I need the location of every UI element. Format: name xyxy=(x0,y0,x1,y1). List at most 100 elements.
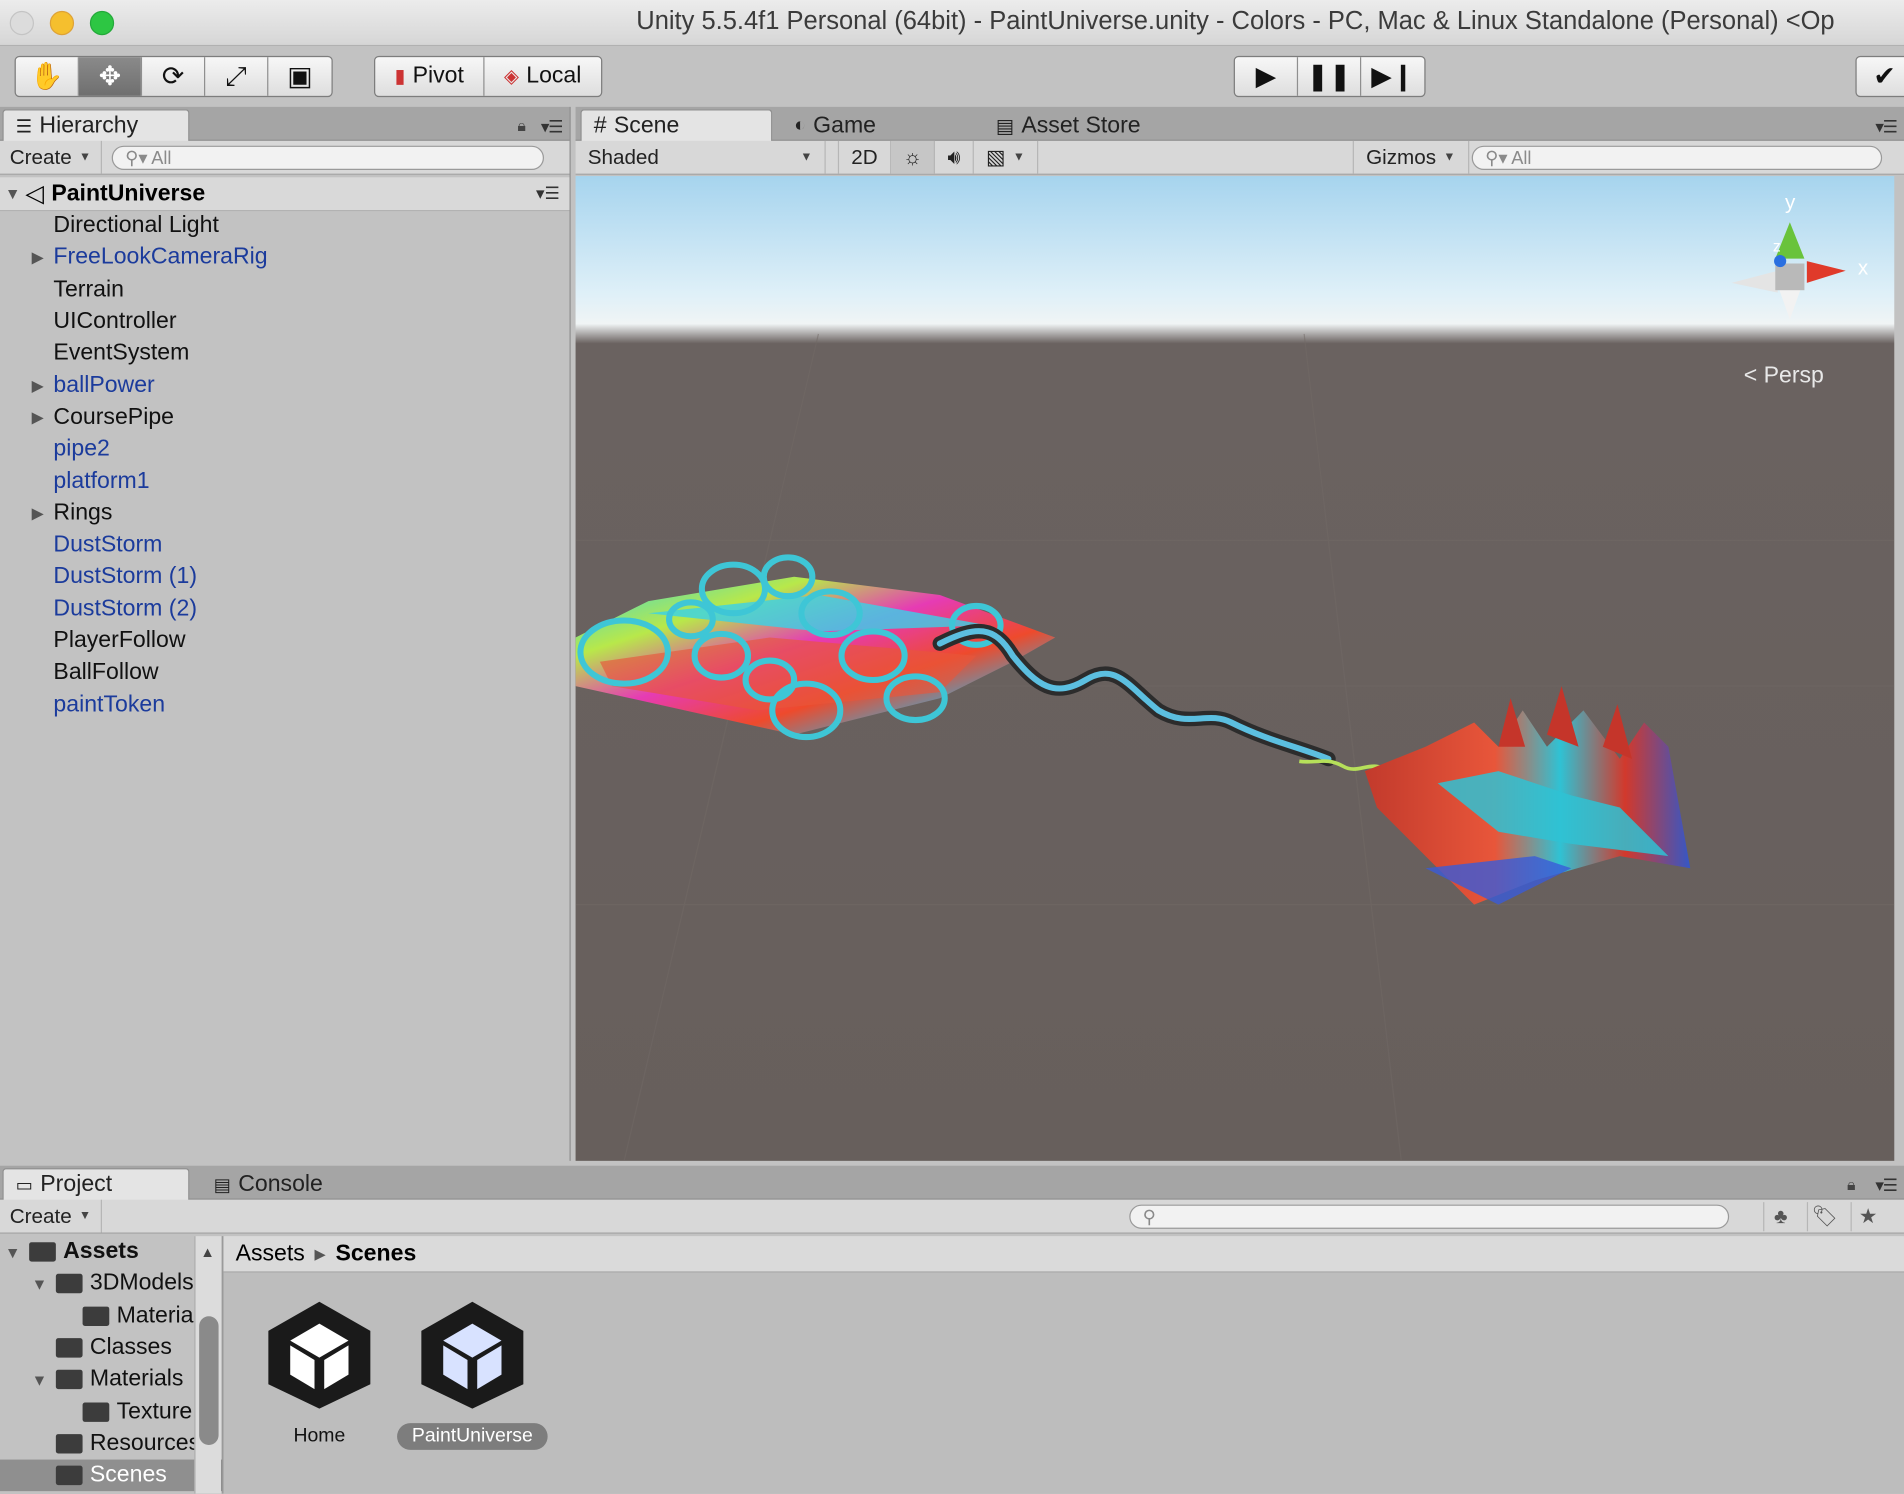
project-tree-item[interactable]: Resources xyxy=(0,1428,222,1460)
hierarchy-item-label: pipe2 xyxy=(53,436,110,462)
tab-game[interactable]: ◐ Game xyxy=(782,109,888,142)
scroll-up-icon[interactable]: ▲ xyxy=(200,1243,214,1260)
step-button[interactable]: ▶❙ xyxy=(1361,57,1424,96)
local-label: Local xyxy=(526,63,582,89)
scene-menu-icon[interactable]: ▾☰ xyxy=(536,183,560,204)
pivot-icon: ▮ xyxy=(394,66,406,88)
create-dropdown[interactable]: Create ▼ xyxy=(0,140,102,174)
hierarchy-item[interactable]: EventSystem xyxy=(0,338,569,370)
breadcrumb: Assets ▶ Scenes xyxy=(223,1236,1904,1273)
asset-home[interactable]: Home xyxy=(240,1297,398,1450)
hierarchy-item[interactable]: ▶ FreeLookCameraRig xyxy=(0,242,569,274)
tab-project[interactable]: ▭ Project xyxy=(2,1168,190,1201)
sun-icon: ☼ xyxy=(903,145,923,169)
unity-logo-icon: ◁ xyxy=(25,180,45,208)
tab-console[interactable]: ▤ Console xyxy=(202,1168,335,1201)
breadcrumb-scenes[interactable]: Scenes xyxy=(335,1240,416,1267)
expand-triangle-icon[interactable]: ▶ xyxy=(32,376,44,395)
hierarchy-item[interactable]: Terrain xyxy=(0,274,569,306)
project-tree-item[interactable]: Texture xyxy=(0,1396,222,1428)
scene-viewport[interactable]: y x z < Persp xyxy=(575,176,1895,1161)
pause-button[interactable]: ❚❚ xyxy=(1298,57,1362,96)
project-tree-item[interactable]: ▼ 3DModels xyxy=(0,1268,222,1300)
hierarchy-item[interactable]: DustStorm (1) xyxy=(0,561,569,593)
local-toggle[interactable]: ◈ Local xyxy=(485,57,601,96)
expand-triangle-icon[interactable]: ▼ xyxy=(5,1243,21,1261)
hierarchy-item[interactable]: DustStorm xyxy=(0,529,569,561)
breadcrumb-assets[interactable]: Assets xyxy=(236,1240,305,1267)
move-tool-button[interactable]: ✥ xyxy=(78,57,143,96)
gizmos-dropdown[interactable]: Gizmos ▼ xyxy=(1352,140,1469,174)
expand-triangle-icon[interactable]: ▶ xyxy=(32,504,44,523)
asset-paintuniverse[interactable]: PaintUniverse xyxy=(393,1297,551,1450)
effects-toggle[interactable]: ▧ ▼ xyxy=(974,140,1039,174)
hierarchy-item[interactable]: DustStorm (2) xyxy=(0,593,569,625)
scene-toolbar: Shaded ▼ 2D ☼ 🔊︎ ▧ ▼ Gizmos ▼ ⚲▾ All xyxy=(575,140,1904,175)
panel-menu-icon[interactable]: ▾☰ xyxy=(1875,117,1898,138)
hierarchy-search-input[interactable]: ⚲▾ All xyxy=(111,145,544,170)
pivot-toggle[interactable]: ▮ Pivot xyxy=(375,57,485,96)
hierarchy-item[interactable]: BallFollow xyxy=(0,657,569,689)
scroll-thumb[interactable] xyxy=(199,1316,219,1445)
folder-icon xyxy=(82,1402,110,1422)
hierarchy-item[interactable]: pipe2 xyxy=(0,434,569,466)
tab-hierarchy[interactable]: ☰ Hierarchy xyxy=(2,109,190,143)
project-tree-item[interactable]: Materia xyxy=(0,1300,222,1332)
project-tree-item[interactable]: Classes xyxy=(0,1332,222,1364)
hierarchy-item-label: DustStorm xyxy=(53,531,163,558)
panel-menu-icon[interactable]: ▾☰ xyxy=(1875,1175,1898,1196)
tab-label: Game xyxy=(813,112,877,138)
project-tree-item[interactable]: Scenes xyxy=(0,1459,223,1492)
axis-z-label: z xyxy=(1772,236,1781,255)
hierarchy-item[interactable]: ▶ ballPower xyxy=(0,370,569,402)
filter-by-type-icon[interactable]: ♣ xyxy=(1763,1202,1797,1232)
shading-mode-dropdown[interactable]: Shaded ▼ xyxy=(576,140,826,174)
minimize-window-button[interactable] xyxy=(49,10,75,36)
hand-icon: ✋ xyxy=(30,60,64,92)
2d-toggle[interactable]: 2D xyxy=(837,140,891,174)
project-tree-item[interactable]: ▼ Materials xyxy=(0,1364,222,1396)
expand-triangle-icon[interactable]: ▼ xyxy=(32,1275,48,1293)
panel-menu-icon[interactable]: ▾☰ xyxy=(541,117,564,138)
hierarchy-item[interactable]: paintToken xyxy=(0,689,569,721)
scene-root-item[interactable]: ▼ ◁ PaintUniverse ▾☰ xyxy=(0,177,570,212)
expand-triangle-icon[interactable]: ▼ xyxy=(32,1371,48,1389)
tab-scene[interactable]: # Scene xyxy=(580,109,773,143)
scale-tool-button[interactable]: ⤢ xyxy=(205,57,269,96)
hierarchy-item[interactable]: ▶ CoursePipe xyxy=(0,402,569,434)
hierarchy-item[interactable]: platform1 xyxy=(0,466,569,498)
hierarchy-item[interactable]: UIController xyxy=(0,306,569,338)
project-tree-item[interactable]: ▼ Assets xyxy=(0,1236,222,1268)
tab-asset-store[interactable]: ▤ Asset Store xyxy=(984,109,1153,142)
expand-triangle-icon[interactable]: ▶ xyxy=(32,248,44,267)
maximize-window-button[interactable] xyxy=(89,10,115,36)
close-window-button[interactable] xyxy=(9,10,34,36)
projection-toggle[interactable]: < Persp xyxy=(1744,363,1824,390)
lock-icon[interactable]: 🔒︎ xyxy=(517,117,525,136)
expand-triangle-icon[interactable]: ▶ xyxy=(32,408,44,427)
rect-tool-button[interactable]: ▣ xyxy=(268,57,331,96)
tree-scrollbar[interactable]: ▲ xyxy=(194,1236,221,1494)
filter-by-label-icon[interactable]: 🏷︎ xyxy=(1806,1202,1841,1232)
checkmark-icon: ✔ xyxy=(1873,60,1896,92)
perspective-icon: < xyxy=(1743,363,1758,389)
scene-search-input[interactable]: ⚲▾ All xyxy=(1471,145,1883,170)
ground-grid xyxy=(575,333,1895,1161)
hand-tool-button[interactable]: ✋ xyxy=(16,57,79,96)
hierarchy-item[interactable]: ▶ Rings xyxy=(0,497,569,529)
play-button[interactable]: ▶ xyxy=(1235,57,1299,96)
lock-icon[interactable]: 🔒︎ xyxy=(1847,1175,1855,1194)
scene-orientation-gizmo[interactable] xyxy=(1731,222,1846,320)
hierarchy-item[interactable]: PlayerFollow xyxy=(0,625,569,657)
audio-toggle[interactable]: 🔊︎ xyxy=(935,140,974,174)
project-search-input[interactable]: ⚲ xyxy=(1129,1204,1730,1229)
favorite-star-icon[interactable]: ★ xyxy=(1850,1202,1885,1232)
expand-triangle-icon[interactable]: ▼ xyxy=(5,185,21,203)
project-tabstrip: ▭ Project ▤ Console 🔒︎ ▾☰ xyxy=(0,1165,1904,1201)
axis-x-label: x xyxy=(1857,256,1869,280)
rotate-tool-button[interactable]: ⟳ xyxy=(142,57,206,96)
collab-button[interactable]: ✔ xyxy=(1855,55,1904,98)
lighting-toggle[interactable]: ☼ xyxy=(890,140,936,174)
create-dropdown[interactable]: Create ▼ xyxy=(0,1199,102,1233)
hierarchy-item[interactable]: Directional Light xyxy=(0,210,569,242)
